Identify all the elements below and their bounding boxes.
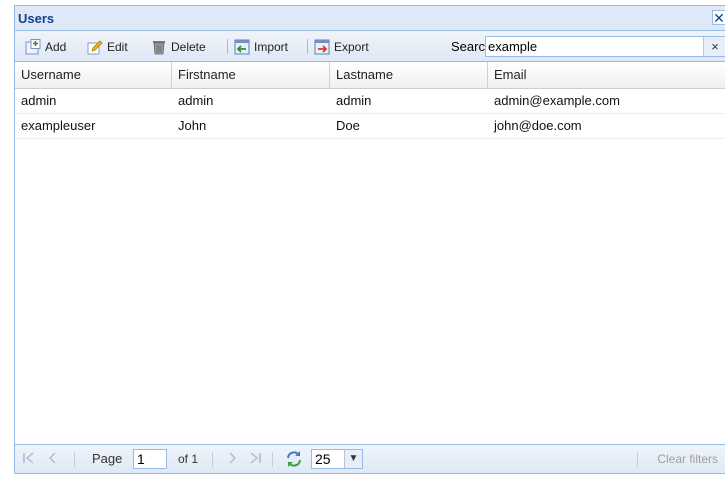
pager-separator (74, 452, 75, 467)
close-button[interactable]: ✕ (712, 10, 725, 26)
search-field: × (485, 36, 725, 57)
cell-email: admin@example.com (494, 93, 620, 108)
add-button[interactable]: Add (25, 38, 66, 55)
export-label: Export (334, 39, 369, 54)
column-header-username[interactable]: Username (15, 62, 172, 88)
pager-separator (272, 452, 273, 467)
grid-header: Username Firstname Lastname Email (15, 62, 725, 89)
edit-button[interactable]: Edit (87, 38, 128, 55)
toolbar-separator (307, 39, 308, 54)
column-header-email[interactable]: Email (488, 62, 725, 88)
page-count-label: of 1 (178, 452, 199, 466)
toolbar-separator (227, 39, 228, 54)
refresh-icon[interactable] (285, 450, 303, 471)
column-header-firstname[interactable]: Firstname (172, 62, 330, 88)
edit-label: Edit (107, 39, 128, 54)
cell-username: admin (21, 93, 57, 108)
last-page-icon[interactable] (249, 452, 261, 467)
pager-separator (212, 452, 213, 467)
table-row[interactable]: exampleuser John Doe john@doe.com (15, 114, 725, 139)
chevron-down-icon[interactable]: ▼ (344, 450, 362, 468)
search-input[interactable] (486, 37, 698, 56)
export-icon (314, 39, 330, 55)
cell-username: exampleuser (21, 118, 96, 133)
add-label: Add (45, 39, 67, 54)
cell-lastname: Doe (336, 118, 360, 133)
search-clear-button[interactable]: × (703, 37, 725, 56)
import-icon (234, 39, 250, 55)
add-icon (25, 38, 41, 55)
cell-firstname: John (178, 118, 207, 133)
import-button[interactable]: Import (234, 38, 288, 55)
first-page-icon[interactable] (23, 452, 35, 467)
page-label: Page (92, 451, 123, 466)
cell-firstname: admin (178, 93, 214, 108)
toolbar: Add Edit Delete Import Export Search exa… (15, 31, 725, 62)
page-size-select[interactable]: 25 ▼ (311, 449, 363, 469)
page-size-value: 25 (315, 451, 331, 467)
edit-icon (87, 39, 103, 55)
table-row[interactable]: admin admin admin admin@example.com (15, 89, 725, 114)
title-bar: Users ✕ (15, 6, 725, 31)
cell-lastname: admin (336, 93, 372, 108)
column-header-lastname[interactable]: Lastname (330, 62, 488, 88)
delete-icon (151, 39, 167, 55)
cell-email: john@doe.com (494, 118, 582, 133)
delete-button[interactable]: Delete (151, 38, 206, 55)
import-label: Import (254, 39, 289, 54)
page-number-input[interactable]: 1 (133, 449, 167, 469)
prev-page-icon[interactable] (47, 452, 59, 467)
pager-separator (637, 452, 638, 467)
users-window: Users ✕ Add Edit Delete Import Export Se… (14, 5, 725, 474)
next-page-icon[interactable] (226, 452, 238, 467)
clear-filters-button[interactable]: Clear filters (657, 452, 718, 466)
delete-label: Delete (171, 39, 206, 54)
export-button[interactable]: Export (314, 38, 369, 55)
paging-toolbar: Page 1 of 1 25 ▼ Clear filters (15, 444, 725, 473)
window-title: Users (18, 11, 55, 26)
